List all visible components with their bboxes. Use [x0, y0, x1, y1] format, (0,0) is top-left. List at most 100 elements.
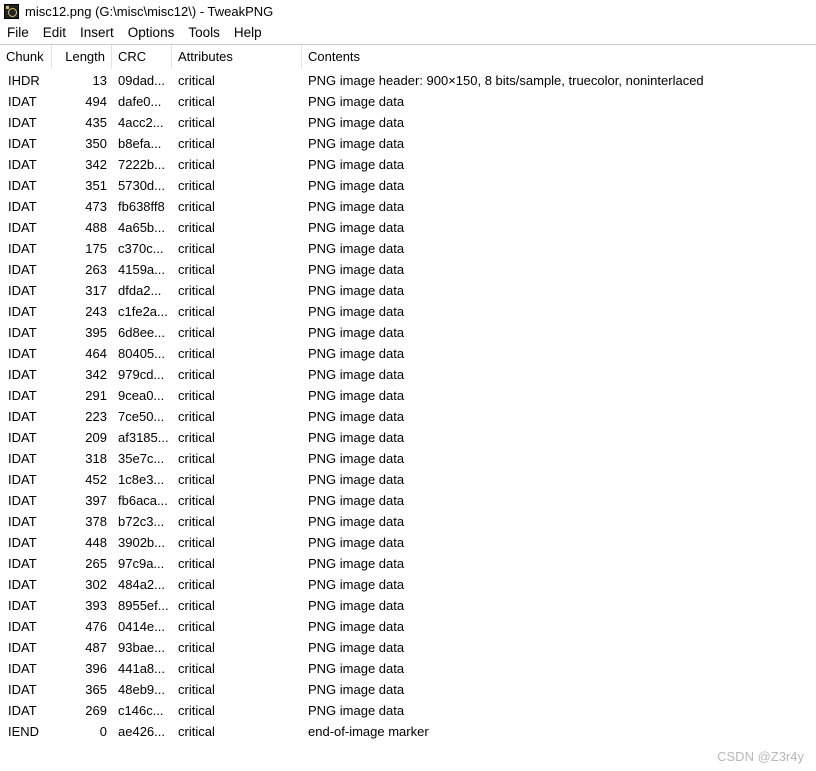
table-row[interactable]: IDAT 494 dafe0... critical PNG image data	[0, 91, 816, 112]
cell-length: 494	[85, 94, 107, 109]
menu-edit[interactable]: Edit	[36, 23, 73, 43]
cell-length: 223	[85, 409, 107, 424]
table-row[interactable]: IDAT 351 5730d... critical PNG image data	[0, 175, 816, 196]
cell-chunk: IDAT	[8, 94, 37, 109]
table-row[interactable]: IDAT 342 979cd... critical PNG image data	[0, 364, 816, 385]
cell-crc: fb638ff8	[118, 199, 165, 214]
cell-contents: PNG image data	[308, 220, 405, 235]
table-row[interactable]: IDAT 209 af3185... critical PNG image data	[0, 427, 816, 448]
cell-crc: 35e7c...	[118, 451, 165, 466]
cell-chunk: IDAT	[8, 346, 37, 361]
table-row[interactable]: IDAT 393 8955ef... critical PNG image data	[0, 595, 816, 616]
table-row[interactable]: IDAT 317 dfda2... critical PNG image data	[0, 280, 816, 301]
table-row[interactable]: IDAT 350 b8efa... critical PNG image data	[0, 133, 816, 154]
menu-help[interactable]: Help	[227, 23, 269, 43]
menu-file[interactable]: File	[0, 23, 36, 43]
column-header-crc[interactable]: CRC	[112, 45, 172, 69]
table-row[interactable]: IDAT 318 35e7c... critical PNG image data	[0, 448, 816, 469]
table-row[interactable]: IDAT 263 4159a... critical PNG image data	[0, 259, 816, 280]
cell-attributes: critical	[178, 451, 215, 466]
column-header-contents[interactable]: Contents	[302, 45, 816, 69]
cell-chunk: IDAT	[8, 157, 37, 172]
cell-crc: b72c3...	[118, 514, 165, 529]
cell-contents: PNG image data	[308, 94, 405, 109]
cell-crc: 93bae...	[118, 640, 165, 655]
cell-attributes: critical	[178, 682, 215, 697]
cell-attributes: critical	[178, 493, 215, 508]
column-header-chunk[interactable]: Chunk	[0, 45, 52, 69]
tweakpng-app-icon	[4, 3, 19, 19]
cell-length: 209	[85, 430, 107, 445]
cell-contents: PNG image data	[308, 703, 405, 718]
cell-attributes: critical	[178, 262, 215, 277]
cell-chunk: IHDR	[8, 73, 40, 88]
table-row[interactable]: IDAT 487 93bae... critical PNG image data	[0, 637, 816, 658]
cell-contents: PNG image data	[308, 619, 405, 634]
cell-chunk: IDAT	[8, 430, 37, 445]
cell-chunk: IDAT	[8, 304, 37, 319]
cell-attributes: critical	[178, 619, 215, 634]
cell-contents: PNG image data	[308, 157, 405, 172]
cell-contents: PNG image data	[308, 598, 405, 613]
cell-contents: PNG image data	[308, 178, 405, 193]
table-row[interactable]: IDAT 476 0414e... critical PNG image data	[0, 616, 816, 637]
table-row[interactable]: IDAT 397 fb6aca... critical PNG image data	[0, 490, 816, 511]
cell-crc: 0414e...	[118, 619, 165, 634]
table-row[interactable]: IDAT 243 c1fe2a... critical PNG image data	[0, 301, 816, 322]
table-row[interactable]: IDAT 473 fb638ff8 critical PNG image data	[0, 196, 816, 217]
table-row[interactable]: IDAT 435 4acc2... critical PNG image data	[0, 112, 816, 133]
cell-length: 291	[85, 388, 107, 403]
cell-contents: PNG image data	[308, 430, 405, 445]
cell-attributes: critical	[178, 577, 215, 592]
cell-contents: PNG image data	[308, 451, 405, 466]
table-row[interactable]: IDAT 365 48eb9... critical PNG image data	[0, 679, 816, 700]
column-header-attributes[interactable]: Attributes	[172, 45, 302, 69]
table-row[interactable]: IDAT 395 6d8ee... critical PNG image data	[0, 322, 816, 343]
table-row[interactable]: IDAT 265 97c9a... critical PNG image data	[0, 553, 816, 574]
chunk-list[interactable]: Chunk Length CRC Attributes Contents IHD…	[0, 44, 816, 771]
cell-attributes: critical	[178, 724, 215, 739]
cell-chunk: IDAT	[8, 514, 37, 529]
cell-attributes: critical	[178, 514, 215, 529]
cell-contents: PNG image data	[308, 136, 405, 151]
cell-contents: PNG image header: 900×150, 8 bits/sample…	[308, 73, 704, 88]
table-row[interactable]: IDAT 342 7222b... critical PNG image data	[0, 154, 816, 175]
cell-crc: 441a8...	[118, 661, 165, 676]
menu-insert[interactable]: Insert	[73, 23, 121, 43]
table-row[interactable]: IDAT 291 9cea0... critical PNG image data	[0, 385, 816, 406]
cell-length: 269	[85, 703, 107, 718]
table-row[interactable]: IHDR 13 09dad... critical PNG image header: …	[0, 70, 816, 91]
table-row[interactable]: IDAT 378 b72c3... critical PNG image data	[0, 511, 816, 532]
table-row[interactable]: IDAT 175 c370c... critical PNG image data	[0, 238, 816, 259]
cell-chunk: IDAT	[8, 136, 37, 151]
table-row[interactable]: IDAT 448 3902b... critical PNG image data	[0, 532, 816, 553]
cell-length: 396	[85, 661, 107, 676]
cell-crc: 97c9a...	[118, 556, 165, 571]
cell-length: 448	[85, 535, 107, 550]
table-row[interactable]: IDAT 396 441a8... critical PNG image data	[0, 658, 816, 679]
cell-chunk: IDAT	[8, 220, 37, 235]
cell-length: 378	[85, 514, 107, 529]
cell-contents: PNG image data	[308, 283, 405, 298]
table-row[interactable]: IDAT 464 80405... critical PNG image data	[0, 343, 816, 364]
table-row[interactable]: IDAT 269 c146c... critical PNG image data	[0, 700, 816, 721]
menu-options[interactable]: Options	[121, 23, 182, 43]
column-header-length[interactable]: Length	[52, 45, 112, 69]
cell-crc: c370c...	[118, 241, 164, 256]
table-row[interactable]: IDAT 302 484a2... critical PNG image data	[0, 574, 816, 595]
cell-contents: PNG image data	[308, 241, 405, 256]
table-row[interactable]: IDAT 452 1c8e3... critical PNG image data	[0, 469, 816, 490]
cell-crc: 09dad...	[118, 73, 165, 88]
cell-chunk: IDAT	[8, 598, 37, 613]
table-row[interactable]: IDAT 488 4a65b... critical PNG image data	[0, 217, 816, 238]
cell-contents: PNG image data	[308, 682, 405, 697]
table-row[interactable]: IDAT 223 7ce50... critical PNG image data	[0, 406, 816, 427]
cell-chunk: IDAT	[8, 283, 37, 298]
cell-chunk: IDAT	[8, 661, 37, 676]
cell-chunk: IDAT	[8, 325, 37, 340]
table-row[interactable]: IEND 0 ae426... critical end-of-image marker	[0, 721, 816, 742]
cell-crc: dafe0...	[118, 94, 162, 109]
menu-tools[interactable]: Tools	[181, 23, 227, 43]
cell-attributes: critical	[178, 115, 215, 130]
cell-crc: 7ce50...	[118, 409, 165, 424]
